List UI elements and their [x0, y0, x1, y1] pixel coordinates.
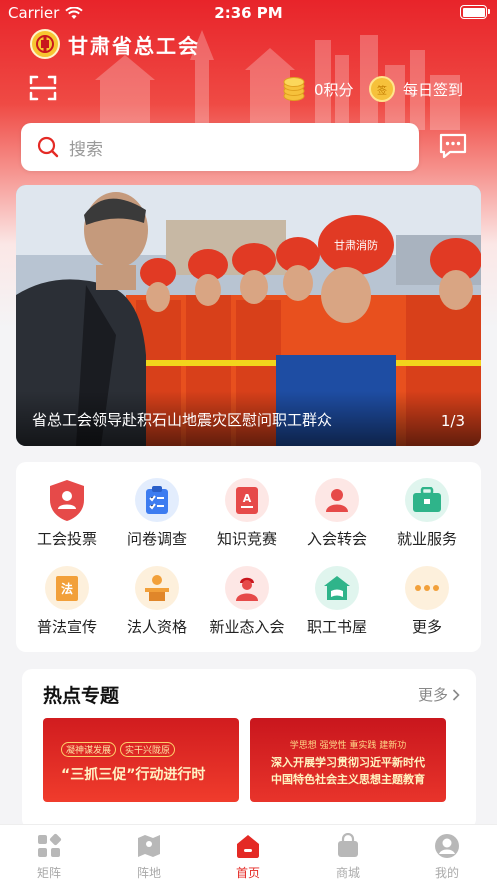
more-dots-icon: [405, 566, 449, 610]
points-button[interactable]: 0积分: [282, 76, 354, 102]
banner-caption: 省总工会领导赴积石山地震灾区慰问职工群众: [32, 411, 333, 429]
chevron-right-icon: [452, 688, 460, 701]
tab-profile[interactable]: 我的: [412, 833, 482, 881]
app-title-bar: 甘肃省总工会: [30, 29, 200, 59]
service-label: 知识竞赛: [216, 530, 277, 548]
service-label: 入会转会: [306, 530, 367, 548]
helmet-text: 甘肃消防: [334, 238, 378, 252]
service-label: 职工书屋: [306, 618, 367, 636]
battery-icon: [460, 5, 490, 19]
service-legal-entity[interactable]: 法人资格: [112, 566, 202, 637]
member-icon: [315, 478, 359, 522]
map-icon: [138, 835, 160, 857]
search-input[interactable]: 搜索: [69, 135, 103, 160]
tab-matrix[interactable]: 矩阵: [14, 833, 84, 881]
service-label: 法人资格: [126, 618, 187, 636]
service-more[interactable]: 更多: [382, 566, 472, 637]
svg-text:法: 法: [61, 581, 73, 596]
shield-user-icon: [45, 478, 89, 522]
section-title: 热点专题: [43, 685, 120, 707]
topic-line-1: 深入开展学习贯彻习近平新时代: [271, 756, 425, 769]
tab-label: 商城: [335, 866, 360, 880]
service-book-house[interactable]: 职工书屋: [292, 566, 382, 637]
hot-topics-section: 热点专题 更多 凝神谋发展 实干兴陇原 “三抓三促”行动进行时 学思想 强党性 …: [22, 669, 476, 829]
briefcase-icon: [405, 478, 449, 522]
news-banner-carousel[interactable]: 甘肃消防 省总工会领导赴积石山地震灾区慰问职工群众 1/3: [16, 185, 481, 446]
service-survey[interactable]: 问卷调查: [112, 478, 202, 549]
tab-mall[interactable]: 商城: [313, 832, 383, 881]
search-icon: [37, 136, 59, 158]
worker-icon: [225, 566, 269, 610]
podium-icon: [135, 566, 179, 610]
scan-icon[interactable]: [29, 74, 57, 102]
services-grid: 工会投票 问卷调查 A 知识竞赛 入会转会 就业服务 法 普法宣传 法人资格 新…: [16, 462, 481, 652]
bottom-tab-bar: 矩阵 阵地 首页 商城 我的: [0, 824, 497, 883]
topic-headline: “三抓三促”行动进行时: [61, 767, 206, 783]
topic-tag: 凝神谋发展: [61, 742, 117, 757]
message-icon[interactable]: [438, 131, 468, 161]
service-label: 就业服务: [396, 530, 457, 548]
service-label: 问卷调查: [126, 530, 187, 548]
svg-text:A: A: [243, 492, 252, 505]
service-employment[interactable]: 就业服务: [382, 478, 472, 549]
hot-topics-more-link[interactable]: 更多: [418, 684, 460, 705]
points-label: 0积分: [314, 80, 354, 99]
topic-tag: 实干兴陇原: [120, 742, 176, 757]
daily-checkin-button[interactable]: 签 每日签到: [369, 76, 463, 102]
hot-topic-card[interactable]: 学思想 强党性 重实践 建新功 深入开展学习贯彻习近平新时代 中国特色社会主义思…: [250, 718, 446, 802]
tab-label: 阵地: [136, 866, 161, 880]
tab-home[interactable]: 首页: [213, 833, 283, 881]
clock: 2:36 PM: [214, 4, 283, 22]
topic-tags: 凝神谋发展 实干兴陇原: [61, 742, 176, 757]
service-label: 工会投票: [36, 530, 97, 548]
tab-position[interactable]: 阵地: [114, 833, 184, 881]
topic-line-2: 中国特色社会主义思想主题教育: [271, 773, 425, 786]
quiz-icon: A: [225, 478, 269, 522]
coins-icon: [283, 77, 305, 101]
union-logo-icon: [30, 29, 60, 59]
service-label: 普法宣传: [36, 618, 97, 636]
law-icon: 法: [45, 566, 89, 610]
tab-label: 矩阵: [36, 866, 61, 880]
search-bar[interactable]: 搜索: [21, 123, 419, 171]
more-label: 更多: [417, 686, 448, 704]
service-label: 新业态入会: [209, 618, 285, 636]
clipboard-icon: [135, 478, 179, 522]
topic-tag: 学思想 强党性 重实践 建新功: [289, 741, 407, 751]
book-house-icon: [315, 566, 359, 610]
service-law[interactable]: 法 普法宣传: [22, 566, 112, 637]
shopping-bag-icon: [338, 832, 358, 857]
hot-topic-card[interactable]: 凝神谋发展 实干兴陇原 “三抓三促”行动进行时: [43, 718, 239, 802]
app-title: 甘肃省总工会: [68, 33, 200, 58]
status-bar: Carrier 2:36 PM: [0, 0, 497, 26]
tab-label: 我的: [434, 866, 459, 880]
service-union-vote[interactable]: 工会投票: [22, 478, 112, 549]
home-icon: [237, 835, 259, 858]
service-new-employment[interactable]: 新业态入会: [202, 566, 292, 637]
banner-pager: 1/3: [440, 412, 465, 430]
grid-apps-icon: [38, 833, 62, 857]
checkin-seal-icon: 签: [369, 76, 395, 102]
tab-label: 首页: [235, 866, 260, 880]
user-icon: [435, 834, 459, 858]
checkin-label: 每日签到: [403, 80, 464, 99]
service-label: 更多: [411, 618, 442, 636]
service-membership[interactable]: 入会转会: [292, 478, 382, 549]
service-quiz[interactable]: A 知识竞赛: [202, 478, 292, 549]
